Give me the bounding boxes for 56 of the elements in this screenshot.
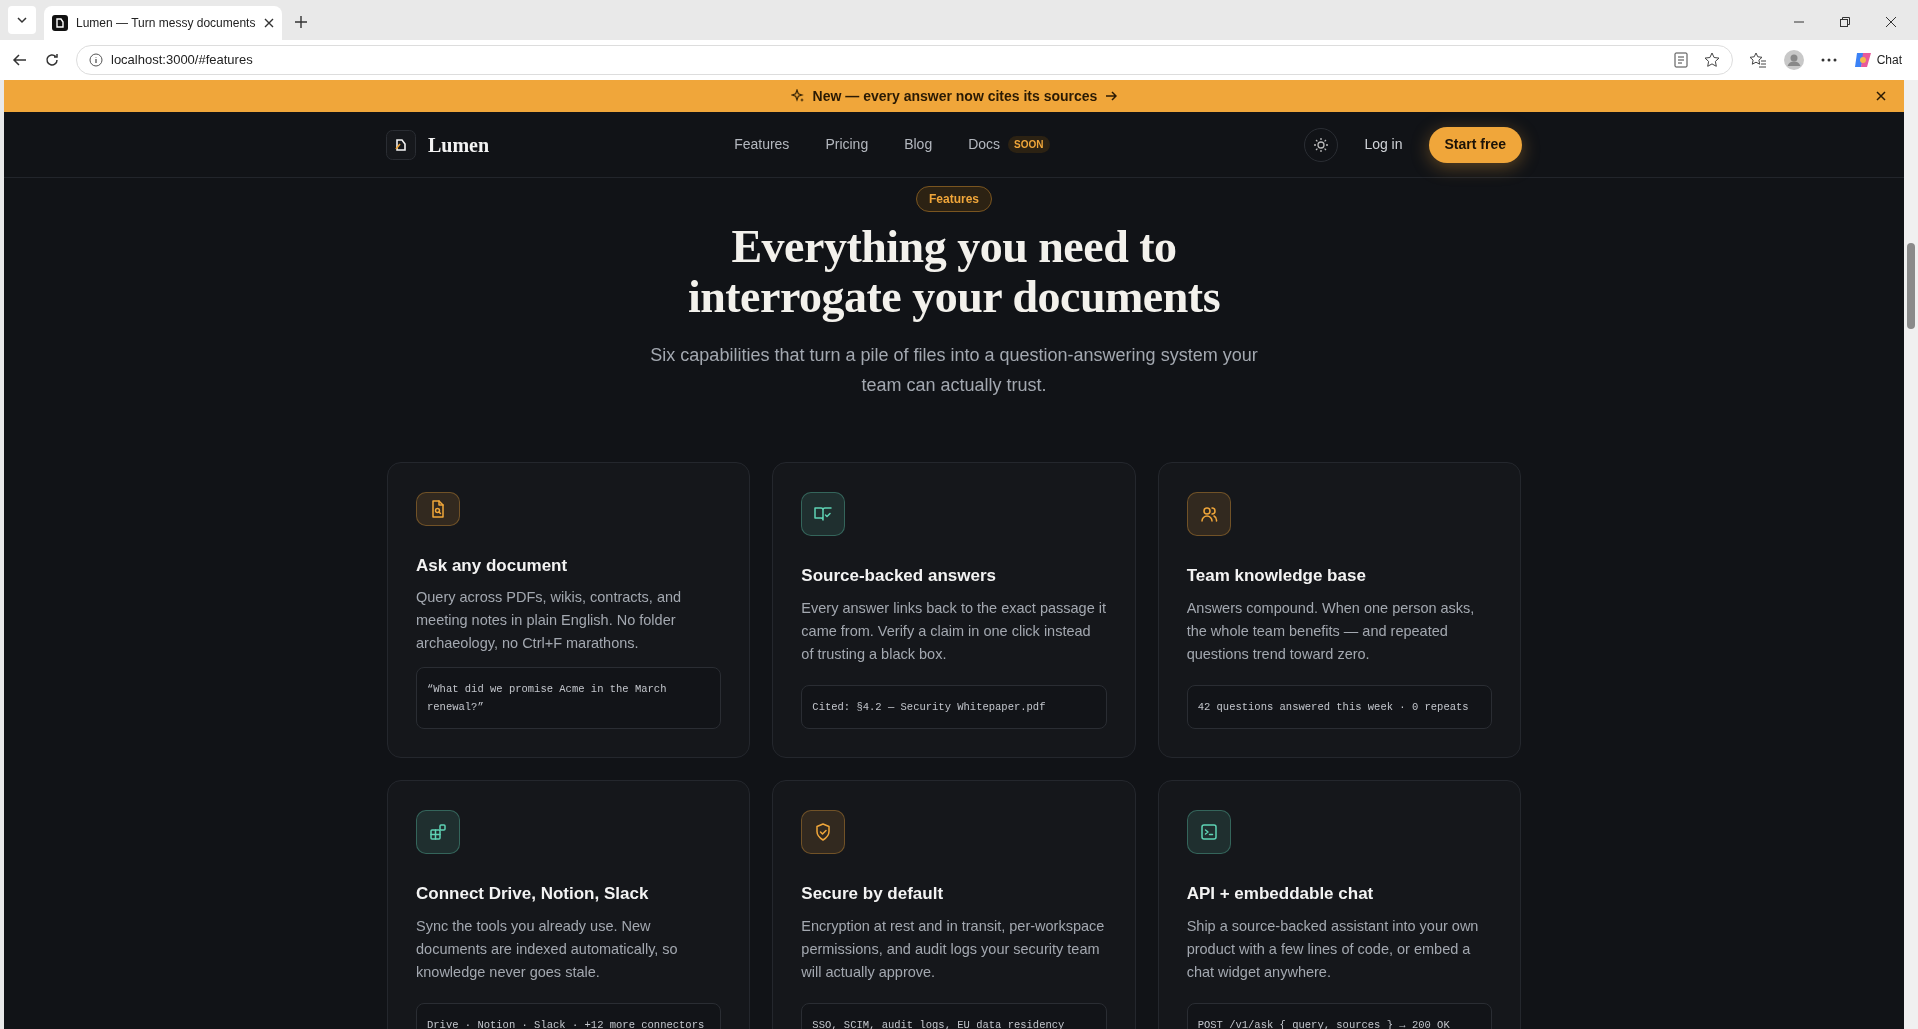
card-title: Ask any document — [416, 554, 569, 577]
section-badge: Features — [916, 186, 992, 212]
scrollbar[interactable] — [1904, 80, 1918, 1029]
start-free-button[interactable]: Start free — [1428, 126, 1522, 163]
card-title: Source-backed answers — [801, 565, 997, 587]
reader-icon[interactable] — [1673, 52, 1688, 68]
card-title: Secure by default — [801, 883, 945, 905]
reload-icon[interactable] — [44, 52, 60, 68]
chevron-down-icon — [16, 14, 28, 26]
copilot-icon — [1852, 50, 1873, 70]
profile-icon[interactable] — [1782, 49, 1805, 71]
soon-badge: SOON — [1008, 136, 1050, 153]
code-snippet: Drive · Notion · Slack · +12 more connectors — [416, 1003, 722, 1029]
sun-icon — [1313, 136, 1330, 153]
arrow-right-icon — [1105, 90, 1118, 102]
more-icon[interactable] — [1820, 58, 1837, 62]
restore-icon[interactable] — [1840, 17, 1850, 27]
favorites-icon[interactable] — [1748, 52, 1767, 68]
scrollbar-thumb[interactable] — [1907, 243, 1915, 329]
login-link[interactable]: Log in — [1356, 134, 1411, 155]
url-text: localhost:3000/#features — [111, 51, 253, 70]
card-description: Sync the tools you already use. New documents are indexed automatically, so knowledge never goes stale. — [416, 916, 679, 982]
nav-link[interactable]: Blog — [904, 134, 933, 155]
browser-tab[interactable]: Lumen — Turn messy documents — [44, 6, 282, 40]
tab-title: Lumen — Turn messy documents — [76, 15, 256, 32]
logo-icon — [386, 129, 416, 160]
code-snippet: 42 questions answered this week · 0 repeats — [1186, 685, 1492, 729]
card-title: API + embeddable chat — [1186, 883, 1375, 905]
hero-subtitle: Six capabilities that turn a pile of files into a question-answering system your team can actually trust. — [649, 344, 1259, 397]
card-title: Team knowledge base — [1186, 565, 1367, 587]
card-title: Connect Drive, Notion, Slack — [416, 883, 650, 905]
card-description: Ship a source-backed assistant into your own product with a few lines of code, or embed a chat widget anywhere. — [1186, 916, 1480, 982]
star-icon[interactable] — [1703, 52, 1720, 68]
info-icon — [89, 53, 103, 67]
nav-link[interactable]: Pricing — [825, 134, 869, 155]
hero-heading: Everything you need to interrogate your documents — [686, 222, 1222, 322]
sparkle-icon — [790, 89, 805, 103]
card-description: Query across PDFs, wikis, contracts, and meeting notes in plain English. No folder archaeology, no Ctrl+F marathons. — [416, 588, 683, 653]
tab-list-button[interactable] — [8, 6, 36, 34]
code-snippet: “What did we promise Acme in the March renewal?” — [416, 667, 722, 729]
card-description: Encryption at rest and in transit, per-workspace permissions, and audit logs your security team will actually approve. — [801, 916, 1106, 982]
nav-link[interactable]: Docs — [968, 134, 1001, 155]
brand-name[interactable]: Lumen — [428, 129, 490, 160]
new-tab-icon[interactable] — [294, 15, 308, 29]
close-icon[interactable] — [264, 18, 274, 28]
close-icon[interactable] — [1876, 91, 1886, 101]
card-description: Answers compound. When one person asks, the whole team benefits — and repeated questions trend toward zero. — [1186, 598, 1476, 664]
back-icon[interactable] — [12, 52, 28, 68]
chat-button[interactable]: Chat — [1852, 50, 1906, 70]
address-bar[interactable]: localhost:3000/#features — [76, 45, 1733, 75]
card-description: Every answer links back to the exact passage it came from. Verify a claim in one click instead of trusting a black box. — [801, 598, 1107, 664]
close-icon[interactable] — [1886, 17, 1896, 27]
banner-text[interactable]: New — every answer now cites its sources — [812, 85, 1098, 107]
nav-link[interactable]: Features — [734, 134, 790, 155]
code-snippet: Cited: §4.2 — Security Whitepaper.pdf — [801, 685, 1107, 729]
favicon-icon — [52, 15, 68, 31]
